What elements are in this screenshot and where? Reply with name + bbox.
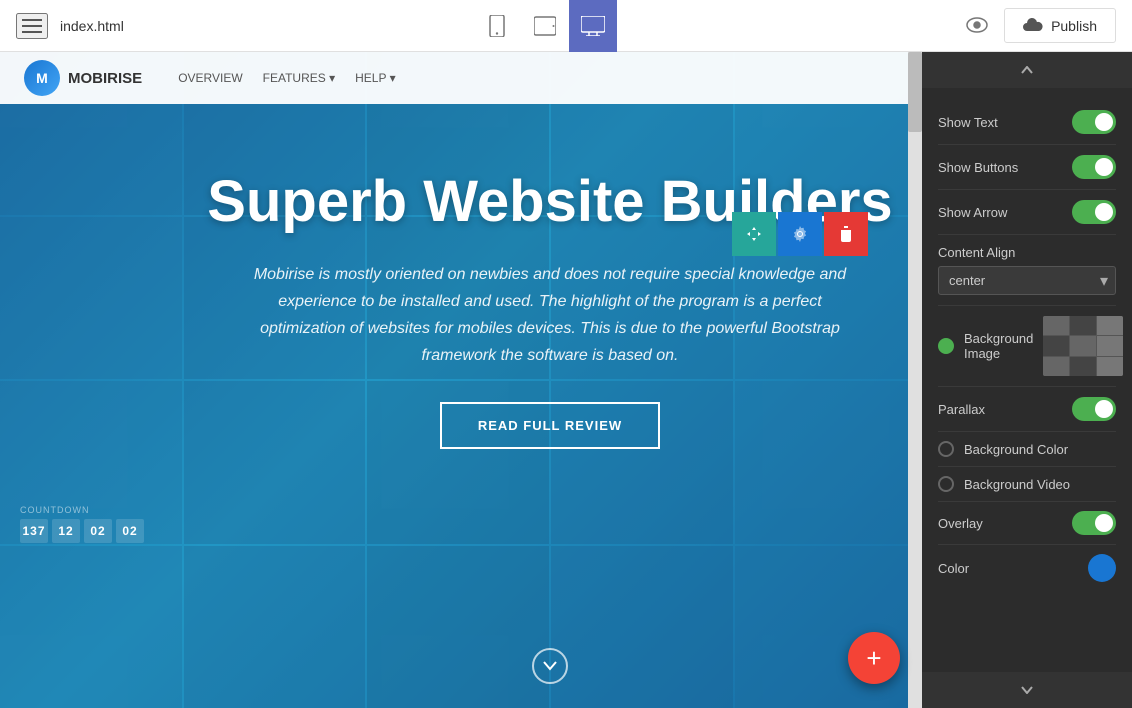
background-image-radio[interactable] [938, 338, 954, 354]
parallax-row: Parallax [938, 387, 1116, 432]
publish-label: Publish [1051, 18, 1097, 34]
mobile-device-button[interactable] [473, 0, 521, 52]
background-color-label: Background Color [964, 442, 1068, 457]
color-swatch[interactable] [1088, 554, 1116, 582]
add-section-button[interactable]: + [848, 632, 900, 684]
topbar: index.html [0, 0, 1132, 52]
countdown-minutes: 02 [84, 519, 112, 543]
device-switcher [473, 0, 617, 52]
hero-cta-button[interactable]: READ FULL REVIEW [440, 402, 660, 449]
content-align-label: Content Align [938, 245, 1116, 260]
background-image-row: Background Image [938, 306, 1116, 387]
show-buttons-toggle[interactable] [1072, 155, 1116, 179]
scrollbar-thumb[interactable] [908, 52, 922, 132]
scrollbar[interactable] [908, 52, 922, 708]
nav-link-help: HELP ▾ [355, 71, 396, 85]
show-arrow-label: Show Arrow [938, 205, 1007, 220]
preview-nav-links: OVERVIEW FEATURES ▾ HELP ▾ [178, 71, 395, 85]
overlay-row: Overlay [938, 502, 1116, 545]
background-image-label: Background Image [964, 331, 1033, 361]
nav-link-features: FEATURES ▾ [263, 71, 335, 85]
parallax-label: Parallax [938, 402, 985, 417]
cloud-icon [1023, 15, 1043, 36]
tablet-device-button[interactable] [521, 0, 569, 52]
show-buttons-row: Show Buttons [938, 145, 1116, 190]
delete-section-button[interactable] [824, 212, 868, 256]
show-buttons-label: Show Buttons [938, 160, 1018, 175]
add-section-icon: + [866, 643, 881, 674]
background-color-radio[interactable] [938, 441, 954, 457]
show-arrow-toggle[interactable] [1072, 200, 1116, 224]
show-text-row: Show Text [938, 100, 1116, 145]
topbar-right: Publish [966, 8, 1116, 43]
main-area: M MOBIRISE OVERVIEW FEATURES ▾ HELP ▾ DO… [0, 52, 1132, 708]
filename-label: index.html [60, 18, 124, 34]
preview-logo-text: MOBIRISE [68, 70, 142, 87]
background-video-label: Background Video [964, 477, 1070, 492]
settings-section-button[interactable] [778, 212, 822, 256]
section-action-buttons [732, 212, 868, 256]
countdown-section: COUNTDOWN 137 12 02 02 [20, 505, 144, 543]
color-label: Color [938, 561, 969, 576]
settings-panel: Show Text Show Buttons Show Arrow Conten… [922, 52, 1132, 708]
preview-button[interactable] [966, 13, 988, 39]
preview-logo: M MOBIRISE [24, 60, 142, 96]
hero-subtitle: Mobirise is mostly oriented on newbies a… [250, 261, 850, 370]
overlay-toggle[interactable] [1072, 511, 1116, 535]
desktop-device-button[interactable] [569, 0, 617, 52]
parallax-toggle[interactable] [1072, 397, 1116, 421]
show-arrow-row: Show Arrow [938, 190, 1116, 235]
countdown-label: COUNTDOWN [20, 505, 90, 515]
color-row: Color [938, 545, 1116, 591]
content-align-select-wrapper: center left right [938, 266, 1116, 295]
background-color-row: Background Color [938, 432, 1116, 467]
countdown-days: 137 [20, 519, 48, 543]
preview-logo-icon: M [24, 60, 60, 96]
move-section-button[interactable] [732, 212, 776, 256]
panel-content: Show Text Show Buttons Show Arrow Conten… [922, 88, 1132, 672]
nav-link-overview: OVERVIEW [178, 71, 242, 85]
overlay-label: Overlay [938, 516, 983, 531]
topbar-left: index.html [16, 13, 124, 39]
background-video-radio[interactable] [938, 476, 954, 492]
show-text-label: Show Text [938, 115, 998, 130]
show-text-toggle[interactable] [1072, 110, 1116, 134]
hamburger-menu-button[interactable] [16, 13, 48, 39]
content-align-row: Content Align center left right [938, 235, 1116, 306]
countdown-boxes: 137 12 02 02 [20, 519, 144, 543]
content-align-select[interactable]: center left right [938, 266, 1116, 295]
countdown-hours: 12 [52, 519, 80, 543]
background-video-row: Background Video [938, 467, 1116, 502]
publish-button[interactable]: Publish [1004, 8, 1116, 43]
panel-scroll-up-button[interactable] [922, 52, 1132, 88]
background-image-thumbnail[interactable] [1043, 316, 1123, 376]
scroll-arrow[interactable] [532, 648, 568, 684]
countdown-seconds: 02 [116, 519, 144, 543]
panel-scroll-down-button[interactable] [922, 672, 1132, 708]
